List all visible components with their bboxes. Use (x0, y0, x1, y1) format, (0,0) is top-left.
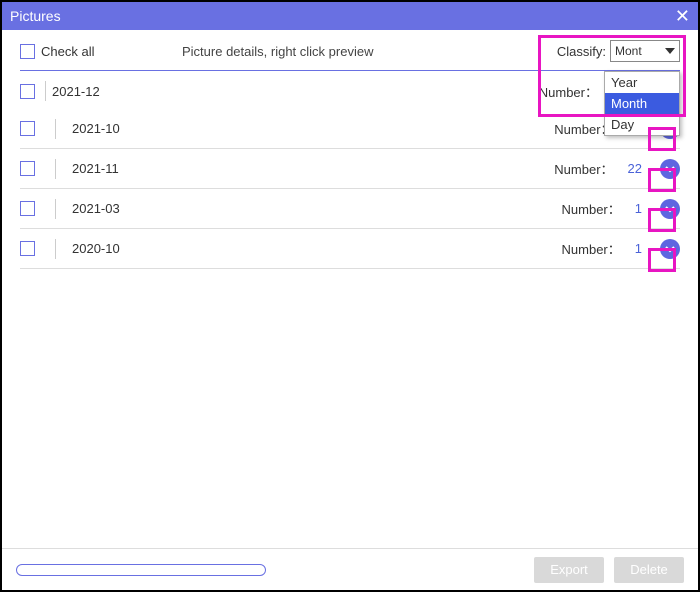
row-divider (55, 159, 56, 179)
classify-label: Classify: (557, 44, 606, 59)
chevron-down-icon (664, 243, 676, 255)
row-divider (45, 81, 46, 101)
expand-button[interactable] (660, 159, 680, 179)
row-count: 1 (635, 241, 642, 256)
row-date: 2021-03 (72, 201, 552, 216)
expand-button[interactable] (660, 199, 680, 219)
row-date: 2021-12 (52, 84, 100, 99)
row-date: 2020-10 (72, 241, 552, 256)
row-divider (55, 119, 56, 139)
dropdown-option-year[interactable]: Year (605, 72, 679, 93)
expand-button[interactable] (660, 239, 680, 259)
row-number-label: Number： (562, 239, 621, 258)
row-number-label: Number： (554, 159, 613, 178)
list-item: 2021-11 Number： 22 (20, 149, 680, 189)
row-checkbox[interactable] (20, 241, 35, 256)
classify-control: Classify: Mont (557, 40, 680, 62)
row-checkbox[interactable] (20, 201, 35, 216)
row-checkbox[interactable] (20, 161, 35, 176)
row-count: 22 (628, 161, 642, 176)
dropdown-option-day[interactable]: Day (605, 114, 679, 135)
row-count: 1 (635, 201, 642, 216)
dropdown-option-month[interactable]: Month (605, 93, 679, 114)
hint-text: Picture details, right click preview (182, 44, 373, 59)
delete-button[interactable]: Delete (614, 557, 684, 583)
row-checkbox[interactable] (20, 121, 35, 136)
row-divider (55, 199, 56, 219)
close-icon[interactable]: ✕ (675, 7, 690, 25)
picture-list: 2021-10 Number： 86 2021-11 Number： 22 20… (2, 109, 698, 269)
window-title: Pictures (10, 8, 61, 24)
check-all-label: Check all (41, 44, 94, 59)
list-item: 2020-10 Number： 1 (20, 229, 680, 269)
list-item: 2021-10 Number： 86 (20, 109, 680, 149)
chevron-down-icon (664, 163, 676, 175)
row-checkbox[interactable] (20, 84, 35, 99)
row-divider (55, 239, 56, 259)
title-bar: Pictures ✕ (2, 2, 698, 30)
row-date: 2021-10 (72, 121, 544, 136)
header-row: Check all Picture details, right click p… (2, 30, 698, 70)
row-date: 2021-11 (72, 161, 544, 176)
list-first-row: 2021-12 Number： Year Month Day (2, 71, 698, 109)
progress-bar (16, 564, 266, 576)
list-item: 2021-03 Number： 1 (20, 189, 680, 229)
export-button[interactable]: Export (534, 557, 604, 583)
check-all-checkbox[interactable] (20, 44, 35, 59)
classify-value: Mont (615, 44, 642, 58)
chevron-down-icon (664, 203, 676, 215)
classify-dropdown-menu: Year Month Day (604, 71, 680, 136)
chevron-down-icon (665, 48, 675, 54)
row-number-label: Number： (562, 199, 621, 218)
classify-select[interactable]: Mont (610, 40, 680, 62)
footer-bar: Export Delete (2, 548, 698, 590)
